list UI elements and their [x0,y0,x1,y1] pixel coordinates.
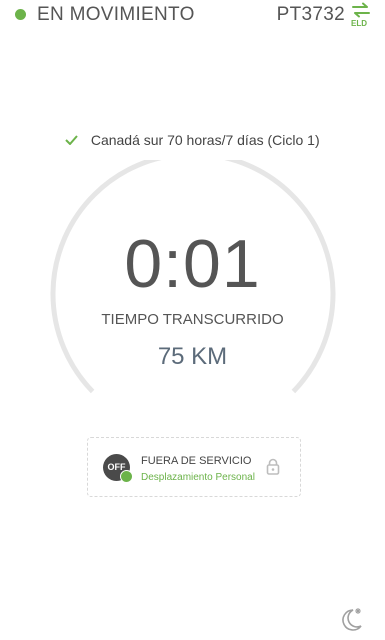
status-indicator [15,9,26,20]
duty-status-card[interactable]: OFF FUERA DE SERVICIO Desplazamiento Per… [87,437,301,497]
duty-status-subtitle: Desplazamiento Personal [141,472,255,483]
sync-arrows-icon [352,2,370,18]
distance-traveled: 75 KM [157,343,228,370]
eld-sync-button[interactable]: ELD [350,2,372,30]
elapsed-time-label: TIEMPO TRANSCURRIDO [101,311,284,328]
duty-status-title: FUERA DE SERVICIO [141,455,252,467]
unit-id[interactable]: PT3732 [277,4,345,26]
personal-conveyance-icon [120,470,133,483]
check-icon [65,135,79,145]
night-mode-icon[interactable] [337,606,365,634]
cycle-rule: Canadá sur 70 horas/7 días (Ciclo 1) [0,131,385,149]
cycle-rule-label: Canadá sur 70 horas/7 días (Ciclo 1) [90,131,320,148]
elapsed-time: 0:01 [124,226,261,302]
lock-icon [266,458,280,475]
off-duty-icon: OFF [103,454,133,483]
eld-label: ELD [351,19,367,28]
status-header: EN MOVIMIENTO PT3732 ELD [0,0,385,32]
driving-status: EN MOVIMIENTO [37,4,195,25]
